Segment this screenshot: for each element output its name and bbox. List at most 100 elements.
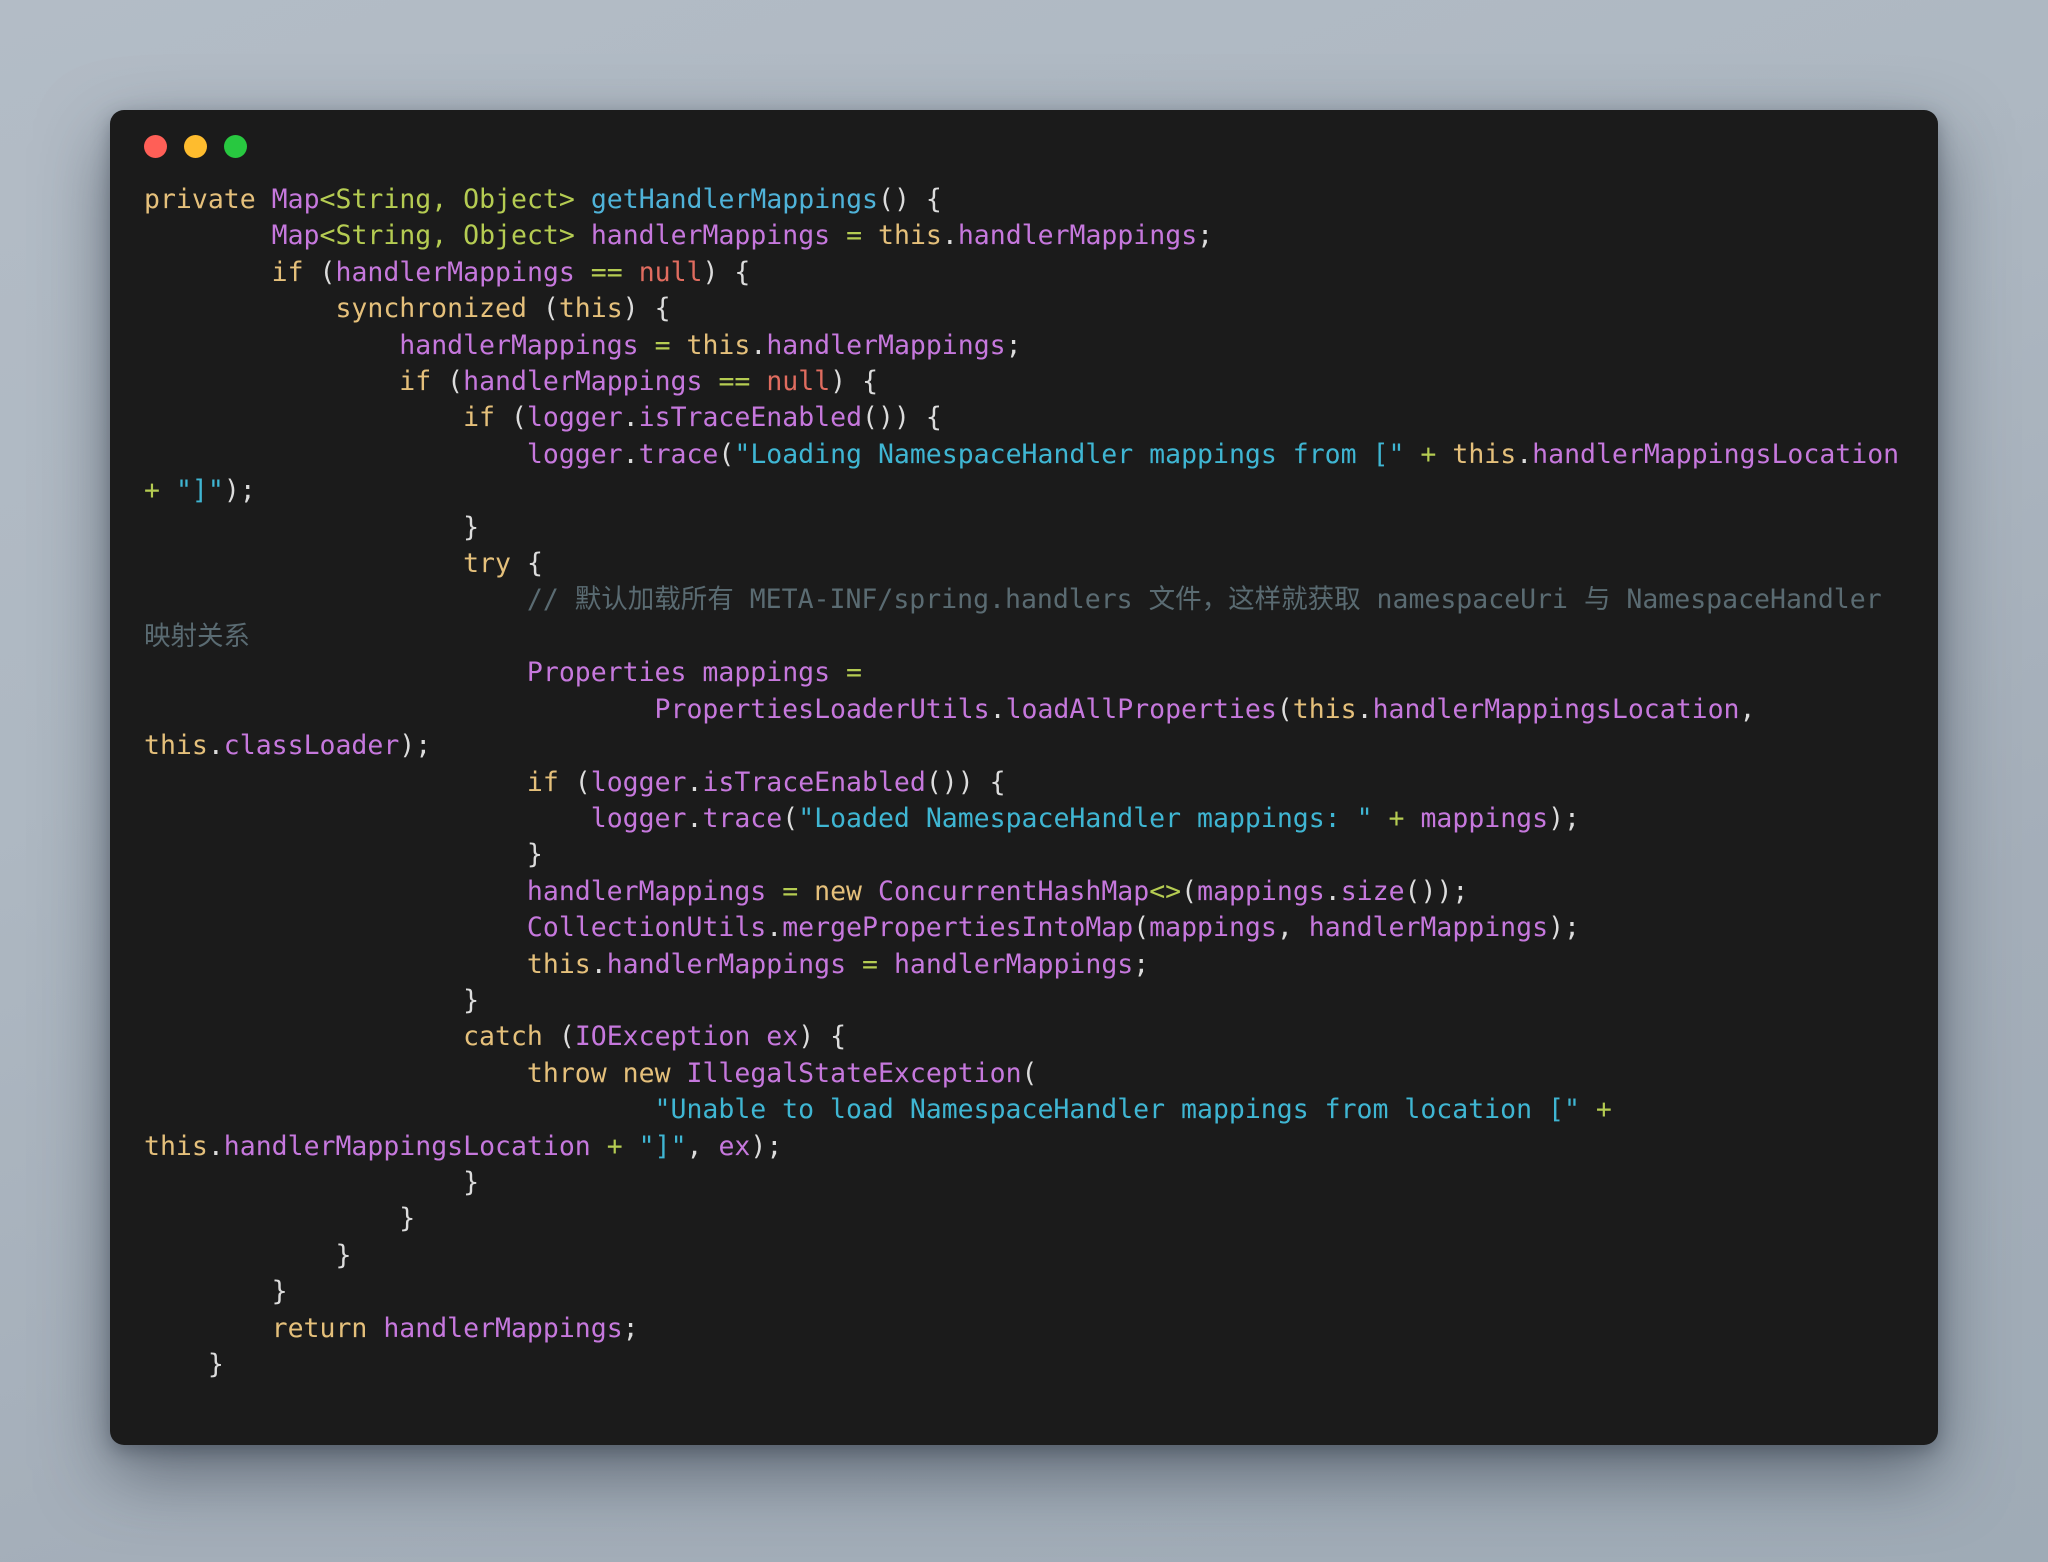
code-token-punct: } <box>399 1203 416 1235</box>
code-token-var: handlerMappings <box>526 875 767 907</box>
code-token-op: = <box>654 329 671 361</box>
code-token-punct: . <box>1516 438 1533 470</box>
code-line: Properties mappings = <box>144 655 1904 691</box>
code-window: private Map<String, Object> getHandlerMa… <box>110 110 1938 1445</box>
code-token-var: size <box>1340 875 1405 907</box>
code-token-var: handlerMappings <box>335 256 575 288</box>
code-token-punct: } <box>526 839 543 871</box>
code-token-var: handlerMappingsLocation <box>1372 693 1740 725</box>
code-token-op: + <box>1595 1094 1612 1126</box>
code-token-punct: } <box>463 984 480 1016</box>
code-token-var: isTraceEnabled <box>702 766 926 798</box>
code-token-punct: ; <box>1133 948 1150 980</box>
code-token-punct: ; <box>622 1312 639 1344</box>
code-token-punct: ) { <box>702 256 751 288</box>
code-token-var: logger <box>526 402 623 434</box>
code-token-op: + <box>1388 802 1405 834</box>
code-token-kw: if <box>399 366 432 398</box>
code-token-punct: ( <box>574 766 591 798</box>
code-token-op: == <box>718 366 751 398</box>
code-token-var: handlerMappings <box>463 366 703 398</box>
code-line: if (logger.isTraceEnabled()) { <box>144 765 1904 801</box>
code-token-var: handlerMappings <box>606 948 847 980</box>
maximize-window-button[interactable] <box>224 134 247 158</box>
code-token-punct: ()) { <box>925 766 1006 798</box>
code-token-punct: ( <box>542 293 559 325</box>
code-token-punct: ( <box>718 438 735 470</box>
code-token-type: Map <box>271 184 320 215</box>
code-token-gen: <> <box>1149 875 1182 907</box>
code-token-punct: . <box>207 730 224 762</box>
code-token-var: handlerMappingsLocation <box>223 1130 591 1162</box>
code-token-type: IOException <box>574 1021 751 1053</box>
code-token-var: handlerMappings <box>590 220 831 252</box>
code-line: handlerMappings = new ConcurrentHashMap<… <box>144 874 1904 910</box>
code-line: this.handlerMappings = handlerMappings; <box>144 947 1904 983</box>
code-token-op: = <box>846 657 862 689</box>
code-token-var: PropertiesLoaderUtils <box>654 693 990 725</box>
code-token-punct: . <box>1324 875 1341 907</box>
code-token-str: "]" <box>175 475 224 507</box>
code-line: } <box>144 510 1904 546</box>
code-token-punct: { <box>526 548 543 580</box>
code-token-op: = <box>782 875 799 907</box>
code-token-punct: } <box>463 1166 480 1198</box>
code-line: synchronized (this) { <box>144 291 1904 327</box>
code-token-punct: ( <box>1181 875 1198 907</box>
code-line: CollectionUtils.mergePropertiesIntoMap(m… <box>144 910 1904 946</box>
code-token-this: this <box>1452 438 1517 470</box>
code-token-var: handlerMappings <box>399 329 639 361</box>
code-block[interactable]: private Map<String, Object> getHandlerMa… <box>144 182 1904 1383</box>
code-token-kw: if <box>271 256 304 288</box>
code-token-punct: ); <box>750 1130 783 1162</box>
code-token-fn: getHandlerMappings <box>590 184 879 215</box>
code-token-var: mappings <box>1149 912 1277 944</box>
code-token-punct: ; <box>1197 220 1214 252</box>
code-line: } <box>144 1347 1904 1383</box>
code-token-punct: , <box>686 1130 719 1162</box>
code-token-punct: ); <box>1548 802 1581 834</box>
close-window-button[interactable] <box>144 134 167 158</box>
code-token-punct: . <box>1356 693 1373 725</box>
code-token-var: ex <box>718 1130 751 1162</box>
code-token-gen: , <box>431 220 464 252</box>
code-line: if (handlerMappings == null) { <box>144 364 1904 400</box>
code-token-punct: ( <box>510 402 527 434</box>
code-token-var: isTraceEnabled <box>638 402 863 434</box>
code-token-type: IllegalStateException <box>686 1057 1022 1089</box>
code-body: private Map<String, Object> getHandlerMa… <box>110 182 1938 1383</box>
code-token-punct: ) { <box>830 366 879 398</box>
code-token-var: handlerMappingsLocation <box>1532 438 1900 470</box>
code-token-punct: ( <box>1021 1057 1038 1089</box>
code-token-punct: ( <box>1276 693 1293 725</box>
minimize-window-button[interactable] <box>184 134 207 158</box>
code-line: private Map<String, Object> getHandlerMa… <box>144 182 1904 218</box>
code-line: if (logger.isTraceEnabled()) { <box>144 400 1904 436</box>
